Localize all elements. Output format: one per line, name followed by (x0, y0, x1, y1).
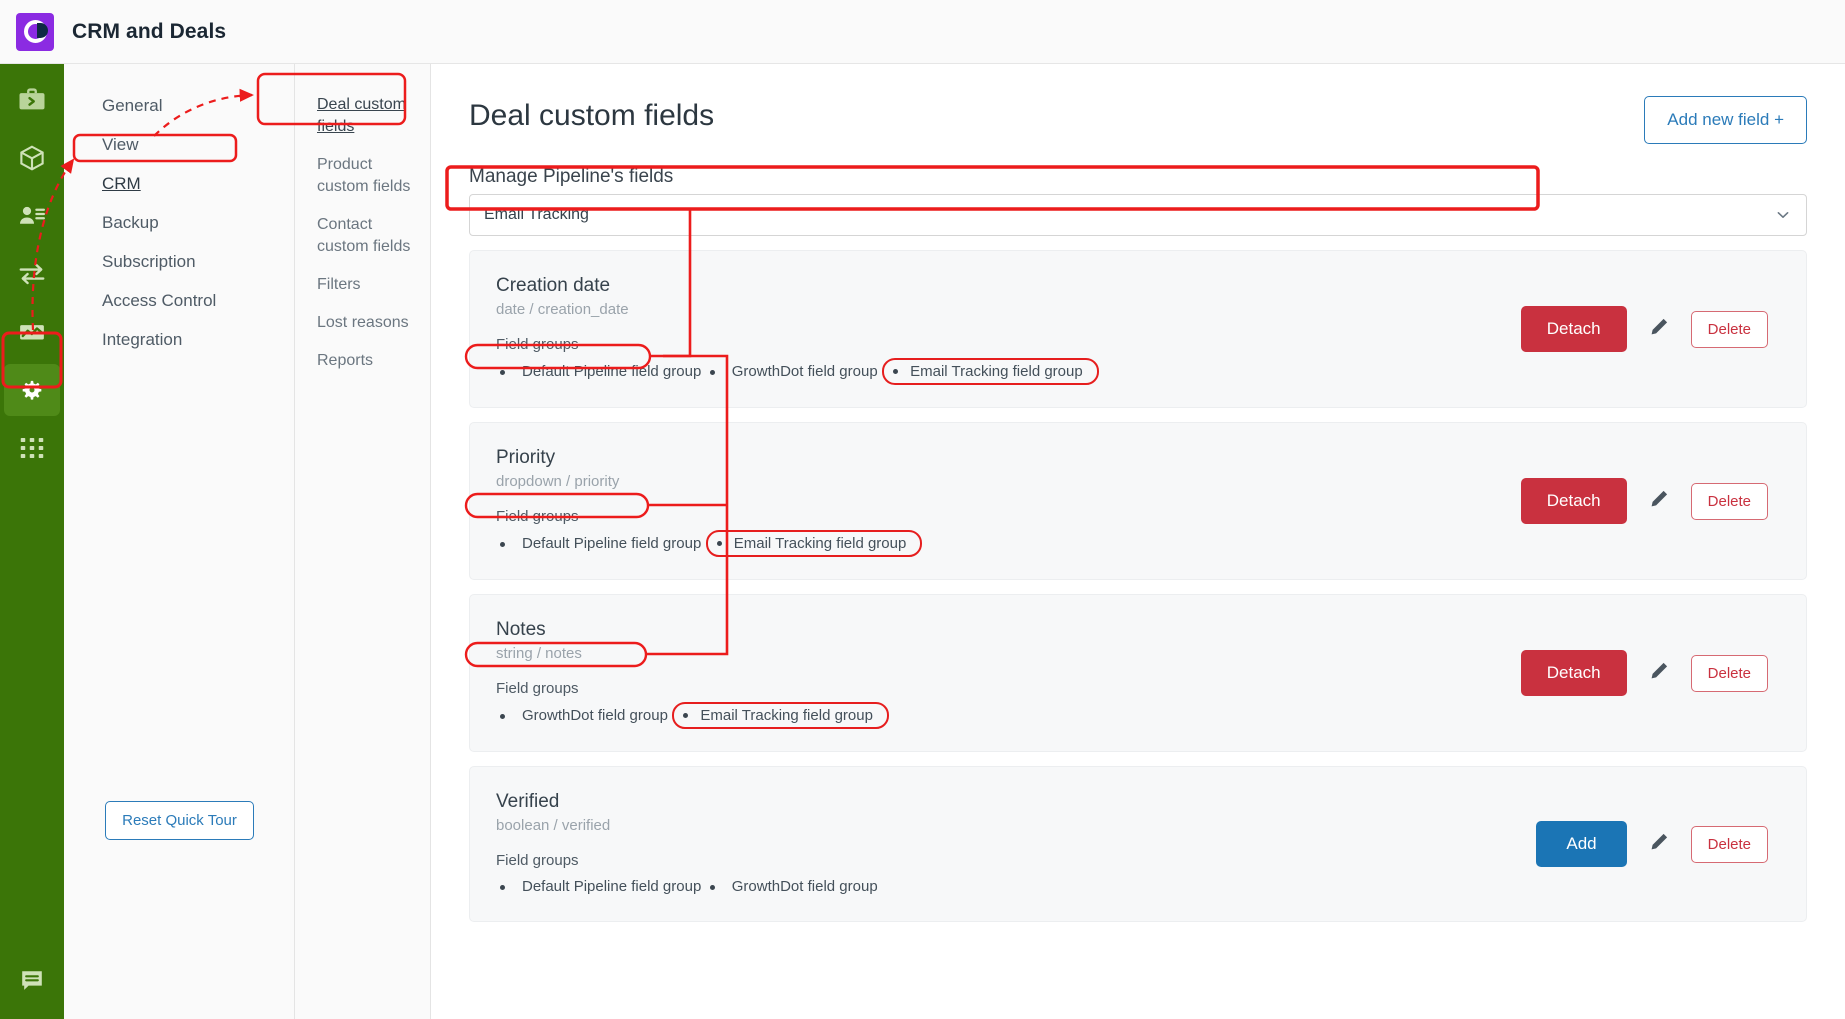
pencil-icon[interactable] (1647, 487, 1671, 516)
sub-nav: Deal custom fields Product custom fields… (295, 64, 431, 1019)
field-group-item: GrowthDot field group (706, 359, 878, 384)
rail-item-chat[interactable] (0, 955, 64, 1011)
field-groups-title: Field groups (496, 508, 579, 525)
contacts-icon (17, 201, 47, 231)
delete-button[interactable]: Delete (1690, 482, 1768, 520)
field-meta: boolean / verified (496, 817, 611, 834)
sidebar-item-crm[interactable]: CRM (64, 164, 294, 203)
add-button[interactable]: Add (1536, 821, 1627, 867)
app-title: CRM and Deals (72, 19, 227, 43)
field-name: Verified (496, 791, 560, 812)
rail-item-products[interactable] (0, 130, 64, 186)
field-name: Creation date (496, 275, 611, 296)
field-card-actions: Detach Delete (1520, 478, 1780, 524)
subnav-item-filters[interactable]: Filters (295, 266, 430, 304)
field-card-info: Priority dropdown / priority Field group… (496, 445, 1241, 557)
field-groups-title: Field groups (496, 680, 579, 697)
chart-icon (17, 317, 47, 347)
field-groups-list: GrowthDot field group Email Tracking fie… (496, 701, 1241, 729)
field-card: Priority dropdown / priority Field group… (469, 422, 1807, 580)
delete-button[interactable]: Delete (1690, 310, 1768, 348)
field-card-actions: Add Delete (1536, 821, 1780, 867)
field-card: Verified boolean / verified Field groups… (469, 766, 1807, 922)
briefcase-arrow-icon (17, 85, 47, 115)
main-content: Deal custom fields Add new field + Manag… (431, 64, 1845, 1019)
field-group-item: GrowthDot field group (496, 703, 668, 728)
detach-button[interactable]: Detach (1520, 650, 1627, 696)
delete-button[interactable]: Delete (1690, 654, 1768, 692)
field-groups-list: Default Pipeline field group GrowthDot f… (496, 357, 1241, 385)
sidebar-item-subscription[interactable]: Subscription (64, 242, 294, 281)
pipeline-select-wrap: Email Tracking (469, 194, 1807, 236)
subnav-item-contact-custom-fields[interactable]: Contact custom fields (295, 206, 430, 266)
field-meta: date / creation_date (496, 301, 629, 318)
crm-logo-icon (16, 12, 54, 51)
subnav-item-deal-custom-fields[interactable]: Deal custom fields (295, 86, 430, 146)
delete-button[interactable]: Delete (1690, 825, 1768, 863)
sidebar-item-view[interactable]: View (64, 125, 294, 164)
settings-nav-list: General View CRM Backup Subscription Acc… (64, 64, 294, 359)
field-group-item: GrowthDot field group (706, 874, 878, 899)
field-card-info: Verified boolean / verified Field groups… (496, 789, 1241, 899)
rail-item-transfers[interactable] (0, 246, 64, 302)
field-groups-list: Default Pipeline field group GrowthDot f… (496, 873, 1241, 899)
field-card-actions: Detach Delete (1520, 306, 1780, 352)
rail-item-deals[interactable] (0, 72, 64, 128)
pencil-icon[interactable] (1647, 659, 1671, 688)
reset-quick-tour-wrap: Reset Quick Tour (64, 801, 295, 840)
page-title: Deal custom fields (469, 99, 715, 132)
grid-apps-icon (17, 433, 47, 463)
sidebar-item-access-control[interactable]: Access Control (64, 281, 294, 320)
main-header: Deal custom fields Add new field + (431, 64, 1845, 144)
icon-rail (0, 64, 64, 1019)
field-groups-title: Field groups (496, 336, 579, 353)
pencil-icon[interactable] (1647, 830, 1671, 859)
field-group-item: Default Pipeline field group (496, 359, 701, 384)
sidebar-item-general[interactable]: General (64, 86, 294, 125)
sub-nav-list: Deal custom fields Product custom fields… (295, 64, 430, 380)
gear-icon (17, 375, 47, 405)
field-card-actions: Detach Delete (1520, 650, 1780, 696)
transfer-arrows-icon (17, 259, 47, 289)
pipeline-select[interactable]: Email Tracking (469, 194, 1807, 236)
field-group-item: Default Pipeline field group (496, 874, 701, 899)
field-cards-list: Creation date date / creation_date Field… (469, 250, 1807, 922)
rail-item-apps[interactable] (0, 420, 64, 476)
field-card: Creation date date / creation_date Field… (469, 250, 1807, 408)
sidebar-item-integration[interactable]: Integration (64, 320, 294, 359)
pencil-icon[interactable] (1647, 315, 1671, 344)
subnav-item-reports[interactable]: Reports (295, 342, 430, 380)
add-new-field-button[interactable]: Add new field + (1644, 96, 1807, 144)
field-name: Notes (496, 619, 546, 640)
rail-item-reports[interactable] (0, 304, 64, 360)
subnav-item-lost-reasons[interactable]: Lost reasons (295, 304, 430, 342)
app-root: CRM and Deals General View CRM Backup Su… (0, 0, 1845, 1019)
rail-item-settings[interactable] (0, 362, 64, 418)
sidebar-item-backup[interactable]: Backup (64, 203, 294, 242)
pipeline-select-value: Email Tracking (484, 206, 589, 223)
field-groups-list: Default Pipeline field group Email Track… (496, 529, 1241, 557)
chat-bubble-icon (18, 967, 46, 1000)
field-meta: string / notes (496, 645, 582, 662)
field-group-item-highlighted: Email Tracking field group (882, 358, 1099, 385)
rail-item-contacts[interactable] (0, 188, 64, 244)
field-card-info: Notes string / notes Field groups Growth… (496, 617, 1241, 729)
field-card: Notes string / notes Field groups Growth… (469, 594, 1807, 752)
field-group-item-highlighted: Email Tracking field group (705, 530, 923, 557)
reset-quick-tour-button[interactable]: Reset Quick Tour (105, 801, 254, 840)
field-meta: dropdown / priority (496, 473, 620, 490)
field-group-item: Default Pipeline field group (496, 531, 701, 556)
manage-pipeline-label: Manage Pipeline's fields (469, 166, 674, 187)
settings-nav: General View CRM Backup Subscription Acc… (64, 64, 295, 1019)
field-group-item-highlighted: Email Tracking field group (672, 702, 889, 729)
field-name: Priority (496, 447, 556, 468)
detach-button[interactable]: Detach (1520, 306, 1627, 352)
top-bar: CRM and Deals (0, 0, 1845, 64)
box-icon (17, 143, 47, 173)
field-card-info: Creation date date / creation_date Field… (496, 273, 1241, 385)
field-groups-title: Field groups (496, 852, 579, 869)
detach-button[interactable]: Detach (1520, 478, 1627, 524)
subnav-item-product-custom-fields[interactable]: Product custom fields (295, 146, 430, 206)
